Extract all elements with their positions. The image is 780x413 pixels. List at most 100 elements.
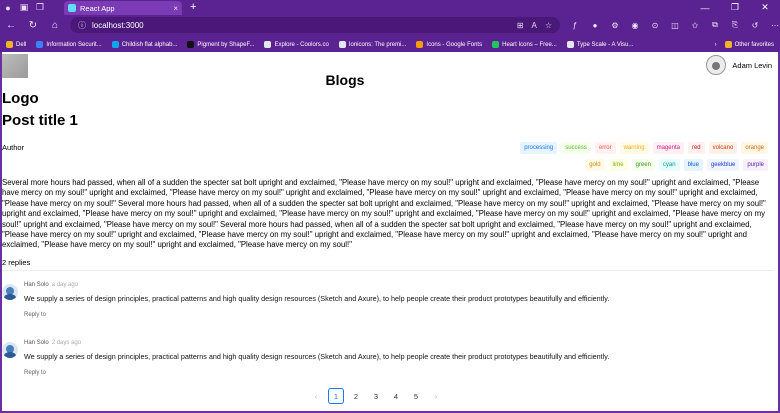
tag-success: success (561, 142, 591, 154)
tag-cyan: cyan (658, 159, 680, 171)
extension-icon[interactable]: ƒ (568, 18, 582, 32)
tag-red: red (687, 142, 705, 154)
comment-author-name: Han Solo (24, 282, 49, 288)
extension-5-icon[interactable]: ⊙ (648, 18, 662, 32)
person-icon (712, 62, 721, 70)
profile-icon[interactable]: ● (0, 0, 16, 15)
app-available-icon[interactable]: ⊞ (517, 21, 524, 30)
tag-geekblue: geekblue (706, 159, 740, 171)
title-bar: ● ▣ ❐ React App × + — ❐ ✕ (0, 0, 780, 15)
comment-date: a day ago (51, 282, 79, 288)
bookmark-label: Heart Icons – Free... (502, 41, 557, 48)
tab-actions-icon[interactable]: ❐ (32, 0, 48, 15)
page-button-3[interactable]: 3 (368, 388, 384, 404)
logo-text: Logo (2, 90, 39, 107)
comment-author-name: Han Solo (24, 340, 49, 346)
bookmark-favicon-icon (492, 41, 500, 48)
page-button-2[interactable]: 2 (348, 388, 364, 404)
prev-page-button[interactable]: ‹ (308, 388, 324, 404)
user-name: Adam Levin (732, 60, 772, 70)
bookmark-favicon-icon (187, 41, 195, 48)
collections-icon[interactable]: ⧉ (708, 18, 722, 32)
tag-orange: orange (741, 142, 768, 154)
user-profile[interactable]: Adam Levin (706, 55, 772, 75)
bookmark-favicon-icon (36, 41, 44, 48)
back-icon[interactable]: ← (0, 15, 22, 35)
bookmark-item[interactable]: Childish flat alphab... (111, 41, 177, 48)
bookmark-label: Pigment by ShapeF... (197, 41, 255, 48)
downloads-icon[interactable]: ⎘ (728, 18, 742, 32)
split-screen-icon[interactable]: ◫ (668, 18, 682, 32)
history-icon[interactable]: ↺ (748, 18, 762, 32)
toolbar-icons: ƒ ● ⚙ ◉ ⊙ ◫ ✩ ⧉ ⎘ ↺ ⋯ ✦ (568, 15, 780, 35)
bookmark-favicon-icon (416, 41, 424, 48)
bookmark-item[interactable]: Icons - Google Fonts (416, 41, 482, 48)
reply-button[interactable]: Reply to (24, 370, 46, 376)
bookmark-item[interactable]: Pigment by ShapeF... (187, 41, 254, 48)
tag-green: green (631, 159, 655, 171)
replies-count: 2 replies (2, 258, 31, 267)
bookmark-label: Icons - Google Fonts (426, 41, 483, 48)
bookmark-item[interactable]: Ionicons: The premi... (338, 41, 407, 48)
tag-error: error (594, 142, 616, 154)
bookmark-item[interactable]: Heart Icons – Free... (492, 41, 557, 48)
bookmark-item[interactable]: Type Scale - A Visu... (566, 41, 633, 48)
other-favorites[interactable]: Other favorites (724, 41, 774, 48)
nav-bar: ← ↻ ⌂ ⓘ localhost:3000 ⊞ A ☆ ƒ ● ⚙ ◉ ⊙ ◫… (0, 15, 780, 35)
workspaces-icon[interactable]: ▣ (16, 0, 32, 15)
folder-icon (6, 41, 13, 48)
avatar[interactable] (706, 55, 727, 75)
bookmark-item[interactable]: Explore - Coolors.co (264, 41, 329, 48)
comment-author: Han Solo 2 days ago (24, 340, 81, 346)
extension-2-icon[interactable]: ● (588, 18, 602, 32)
tag-blue: blue (683, 159, 703, 171)
read-aloud-icon[interactable]: A (531, 21, 536, 30)
comment-date: 2 days ago (51, 340, 82, 346)
favorite-star-icon[interactable]: ☆ (545, 21, 552, 30)
address-bar-icons: ⊞ A ☆ (517, 17, 552, 33)
address-bar[interactable]: ⓘ localhost:3000 ⊞ A ☆ (70, 17, 560, 33)
tab-react-app[interactable]: React App × (64, 1, 182, 15)
page-button-4[interactable]: 4 (388, 388, 404, 404)
avatar (2, 342, 18, 358)
tag-gold: gold (585, 159, 605, 171)
bookmark-item[interactable]: Information Securit... (36, 41, 102, 48)
extension-3-icon[interactable]: ⚙ (608, 18, 622, 32)
new-tab-button[interactable]: + (190, 1, 196, 13)
bookmark-label: Ionicons: The premi... (348, 41, 407, 48)
reply-button[interactable]: Reply to (24, 312, 46, 318)
folder-icon (724, 41, 732, 48)
tab-close-icon[interactable]: × (173, 4, 178, 13)
address-text[interactable]: localhost:3000 (92, 21, 144, 30)
bookmark-label: Information Securit... (46, 41, 102, 48)
page-button-5[interactable]: 5 (408, 388, 424, 404)
tag-magenta: magenta (652, 142, 684, 154)
tag-list: processing success error warning magenta red v… (518, 142, 768, 171)
bookmark-favicon-icon (264, 41, 272, 48)
pagination: ‹ 1 2 3 4 5 › (308, 388, 444, 404)
home-icon[interactable]: ⌂ (44, 15, 66, 35)
favorites-icon[interactable]: ✩ (688, 18, 702, 32)
tag-processing: processing (520, 142, 558, 154)
chevron-right-icon[interactable]: › (715, 42, 717, 48)
site-info-icon[interactable]: ⓘ (78, 20, 86, 31)
bookmark-favicon-icon (566, 41, 574, 48)
page-button-1[interactable]: 1 (328, 388, 344, 404)
close-window-button[interactable]: ✕ (750, 0, 780, 15)
refresh-icon[interactable]: ↻ (22, 15, 44, 35)
minimize-button[interactable]: — (690, 0, 720, 15)
bookmark-label: Explore - Coolors.co (274, 41, 329, 48)
comment-text: We supply a series of design principles,… (24, 352, 610, 361)
menu-icon[interactable]: ⋯ (768, 18, 780, 32)
avatar (2, 284, 18, 300)
maximize-button[interactable]: ❐ (720, 0, 750, 15)
next-page-button[interactable]: › (428, 388, 444, 404)
bookmarks-right: › Other favorites (715, 37, 774, 52)
page-title: Blogs (325, 72, 365, 88)
bookmark-item[interactable]: Dell (6, 41, 26, 48)
other-favorites-label: Other favorites (734, 41, 774, 48)
tag-warning: warning (619, 142, 649, 154)
tag-lime: lime (608, 159, 628, 171)
extension-4-icon[interactable]: ◉ (628, 18, 642, 32)
post-title: Post title 1 (2, 112, 78, 129)
